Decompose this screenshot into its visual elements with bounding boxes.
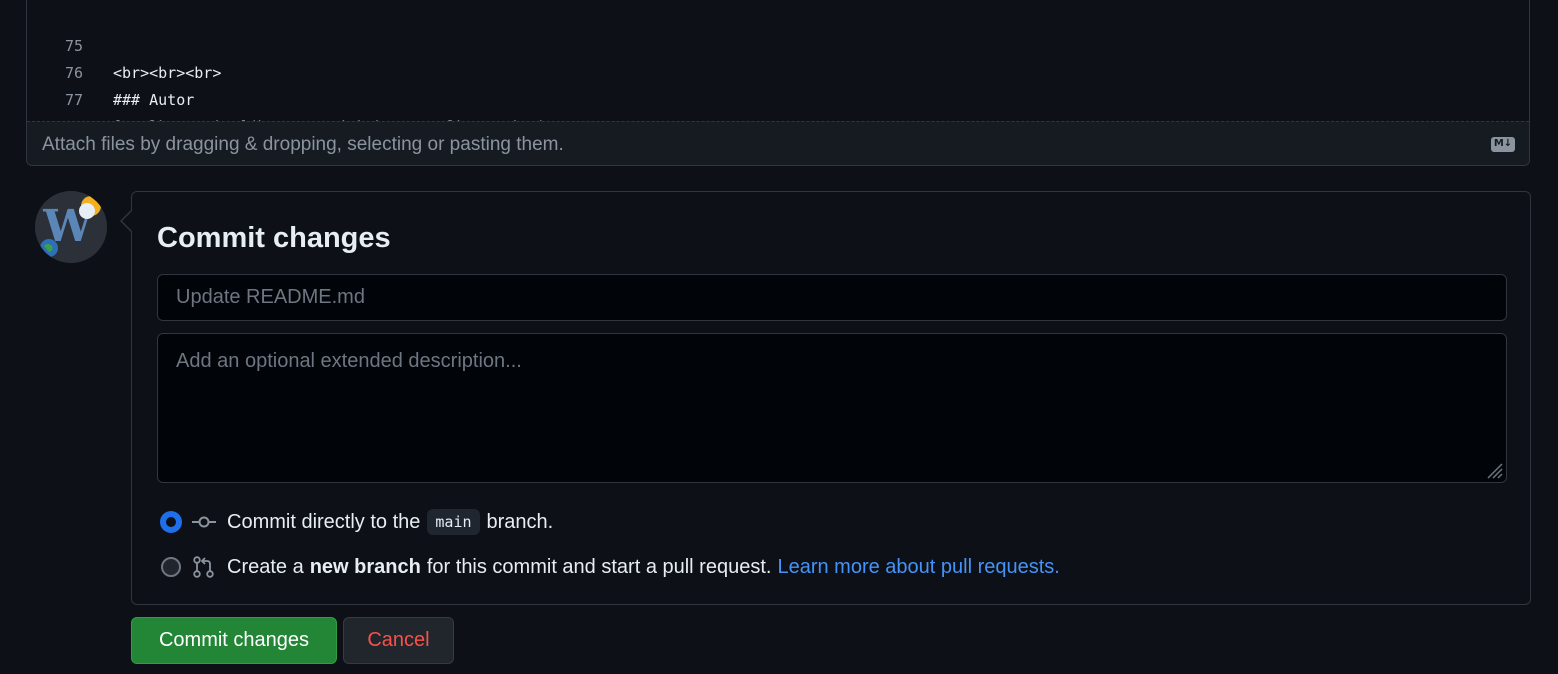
commit-changes-button[interactable]: Commit changes <box>131 617 337 664</box>
attach-hint: Attach files by dragging & dropping, sel… <box>42 134 564 155</box>
code-line: 75 <br><br><br> <box>27 6 221 82</box>
line-text: <br><br><br> <box>113 64 222 82</box>
commit-description-input[interactable] <box>157 333 1507 483</box>
code-line: 77 [@Wolkensteine](https://github.com/Wo… <box>27 60 547 136</box>
code-line: 76 ### Autor <box>27 33 194 109</box>
avatar-image: W <box>35 191 107 263</box>
commit-direct-suffix: branch. <box>486 510 554 533</box>
new-branch-strong: new branch <box>309 555 421 578</box>
commit-direct-option[interactable]: Commit directly to the main branch. <box>161 507 553 537</box>
markdown-icon[interactable]: M↓ <box>1491 137 1515 152</box>
commit-summary-input[interactable] <box>157 274 1507 321</box>
resize-handle-icon[interactable] <box>1483 459 1503 479</box>
commit-direct-radio[interactable] <box>161 512 181 532</box>
new-branch-radio[interactable] <box>161 557 181 577</box>
git-pull-request-icon <box>193 556 214 578</box>
attach-files-bar[interactable]: Attach files by dragging & dropping, sel… <box>27 121 1529 165</box>
new-branch-suffix: for this commit and start a pull request… <box>426 555 772 578</box>
avatar[interactable]: W <box>35 191 107 263</box>
commit-direct-text: Commit directly to the <box>227 510 421 533</box>
line-text: ### Autor <box>113 91 195 109</box>
code-area[interactable]: 75 <br><br><br> 76 ### Autor 77 [@Wolken… <box>27 0 1529 136</box>
git-commit-icon <box>192 516 216 528</box>
new-branch-option[interactable]: Create a new branch for this commit and … <box>161 552 1060 582</box>
code-line: 78 <box>27 87 83 136</box>
branch-name: main <box>427 509 480 535</box>
cancel-button[interactable]: Cancel <box>343 617 454 664</box>
commit-panel: Commit changes Commit directly to the ma… <box>131 191 1531 605</box>
new-branch-prefix: Create a <box>227 555 304 578</box>
panel-caret-fill <box>122 211 132 231</box>
learn-more-pull-requests-link[interactable]: Learn more about pull requests. <box>777 556 1059 579</box>
commit-title: Commit changes <box>157 222 391 254</box>
file-editor[interactable]: 75 <br><br><br> 76 ### Autor 77 [@Wolken… <box>26 0 1530 166</box>
